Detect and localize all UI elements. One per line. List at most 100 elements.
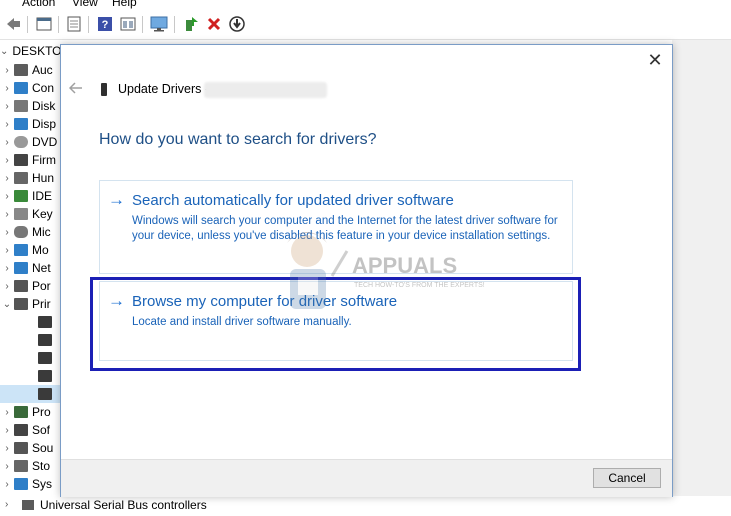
tree-item-firmware[interactable]: › Firm (0, 151, 60, 169)
tree-item-label: Net (32, 261, 51, 275)
audio-icon (14, 64, 28, 76)
back-arrow-icon[interactable] (68, 81, 83, 97)
tree-item-dvd[interactable]: › DVD (0, 133, 60, 151)
monitor-icon[interactable] (150, 15, 168, 33)
tree-item-printers[interactable]: ⌄ Prir (0, 295, 60, 313)
search-automatically-option[interactable]: → Search automatically for updated drive… (99, 180, 573, 274)
tree-item-processors[interactable]: › Pro (0, 403, 60, 421)
system-icon (14, 478, 28, 490)
chevron-right-icon[interactable]: › (0, 461, 14, 472)
chevron-right-icon[interactable]: › (0, 155, 14, 166)
chevron-right-icon[interactable]: › (0, 407, 14, 418)
right-pane (672, 40, 731, 516)
tree-item-computer[interactable]: › Con (0, 79, 60, 97)
details-icon[interactable] (119, 15, 137, 33)
tree-subitem[interactable] (0, 349, 60, 367)
chevron-right-icon[interactable]: › (0, 443, 14, 454)
tree-item-label: Sou (32, 441, 54, 455)
tree-item-software[interactable]: › Sof (0, 421, 60, 439)
tree-item-label: IDE (32, 189, 53, 203)
tree-item-label: Mo (32, 243, 49, 257)
chevron-right-icon[interactable]: › (0, 101, 14, 112)
tree-subitem[interactable] (0, 313, 60, 331)
chevron-right-icon[interactable]: › (0, 227, 14, 238)
back-arrow-icon[interactable] (4, 15, 22, 33)
tree-item-network[interactable]: › Net (0, 259, 60, 277)
chevron-right-icon[interactable]: › (0, 83, 14, 94)
tree-item-label: Sof (32, 423, 51, 437)
computer-icon (14, 82, 28, 94)
tree-item-label: Mic (32, 225, 51, 239)
tree-subitem[interactable] (0, 331, 60, 349)
remove-device-icon[interactable] (205, 15, 223, 33)
chevron-right-icon[interactable]: › (0, 281, 14, 292)
arrow-right-icon: → (108, 190, 125, 209)
properties-icon[interactable] (35, 15, 53, 33)
option-description: Windows will search your computer and th… (132, 215, 558, 242)
tree-item-ports[interactable]: › Por (0, 277, 60, 295)
printer-icon (38, 352, 52, 364)
device-tree: ⌄ DESKTO › Auc › Con › Disk › Disp › DVD › Fir… (0, 40, 60, 516)
chevron-right-icon[interactable]: › (0, 65, 14, 76)
tree-item-hid[interactable]: › Hun (0, 169, 60, 187)
chevron-right-icon[interactable]: › (0, 263, 14, 274)
tree-item-label: Disk (32, 99, 56, 113)
menu-view[interactable]: View (72, 0, 98, 9)
chevron-right-icon[interactable]: › (0, 191, 14, 202)
enable-device-icon[interactable] (182, 15, 200, 33)
tree-subitem-selected[interactable] (0, 385, 60, 403)
printer-icon (38, 316, 52, 328)
redacted-device-name (204, 82, 327, 98)
tree-item-monitors[interactable]: › Mo (0, 241, 60, 259)
chevron-down-icon[interactable]: ⌄ (0, 299, 14, 310)
printer-icon (38, 370, 52, 382)
dvd-icon (14, 136, 28, 148)
chevron-right-icon[interactable]: › (0, 479, 14, 490)
tree-item-sound[interactable]: › Sou (0, 439, 60, 457)
network-icon (14, 262, 28, 274)
menu-bar: Action View Help (0, 0, 731, 10)
tree-item-system[interactable]: › Sys (0, 475, 60, 493)
storage-icon (14, 460, 28, 472)
tree-item-usb[interactable]: › Universal Serial Bus controllers (0, 496, 731, 516)
chevron-right-icon[interactable]: › (0, 425, 14, 436)
chevron-right-icon[interactable]: › (0, 137, 14, 148)
tree-item-mice[interactable]: › Mic (0, 223, 60, 241)
close-icon[interactable]: ✕ (646, 51, 664, 69)
chevron-right-icon[interactable]: › (0, 245, 14, 256)
menu-action[interactable]: Action (22, 0, 55, 9)
tree-item-label: Pro (32, 405, 51, 419)
chevron-right-icon[interactable]: › (0, 209, 14, 220)
tree-item-audio[interactable]: › Auc (0, 61, 60, 79)
tree-item-display[interactable]: › Disp (0, 115, 60, 133)
tree-item-label: Por (32, 279, 51, 293)
chevron-down-icon[interactable]: ⌄ (0, 46, 8, 57)
chevron-right-icon[interactable]: › (5, 499, 8, 510)
printer-icon (38, 334, 52, 346)
tree-item-disk[interactable]: › Disk (0, 97, 60, 115)
tree-item-storage[interactable]: › Sto (0, 457, 60, 475)
cancel-button[interactable]: Cancel (593, 468, 661, 488)
menu-help[interactable]: Help (112, 0, 137, 9)
chevron-right-icon[interactable]: › (0, 119, 14, 130)
tree-item-label: Disp (32, 117, 57, 131)
tree-item-keyboard[interactable]: › Key (0, 205, 60, 223)
update-driver-icon[interactable] (228, 15, 246, 33)
disk-icon (14, 100, 28, 112)
keyboard-icon (14, 208, 28, 220)
scan-icon[interactable] (65, 15, 83, 33)
printer-icon (38, 388, 52, 400)
tree-item-label: DVD (32, 135, 58, 149)
tree-root[interactable]: ⌄ DESKTO (0, 42, 60, 60)
mouse-icon (14, 226, 28, 238)
option-title: Search automatically for updated driver … (132, 192, 454, 209)
help-icon[interactable]: ? (96, 15, 114, 33)
monitor-icon (14, 244, 28, 256)
device-icon (101, 83, 107, 96)
ide-icon (14, 190, 28, 202)
tree-subitem[interactable] (0, 367, 60, 385)
chevron-right-icon[interactable]: › (0, 173, 14, 184)
port-icon (14, 280, 28, 292)
tree-item-label: Con (32, 81, 55, 95)
tree-item-ide[interactable]: › IDE (0, 187, 60, 205)
